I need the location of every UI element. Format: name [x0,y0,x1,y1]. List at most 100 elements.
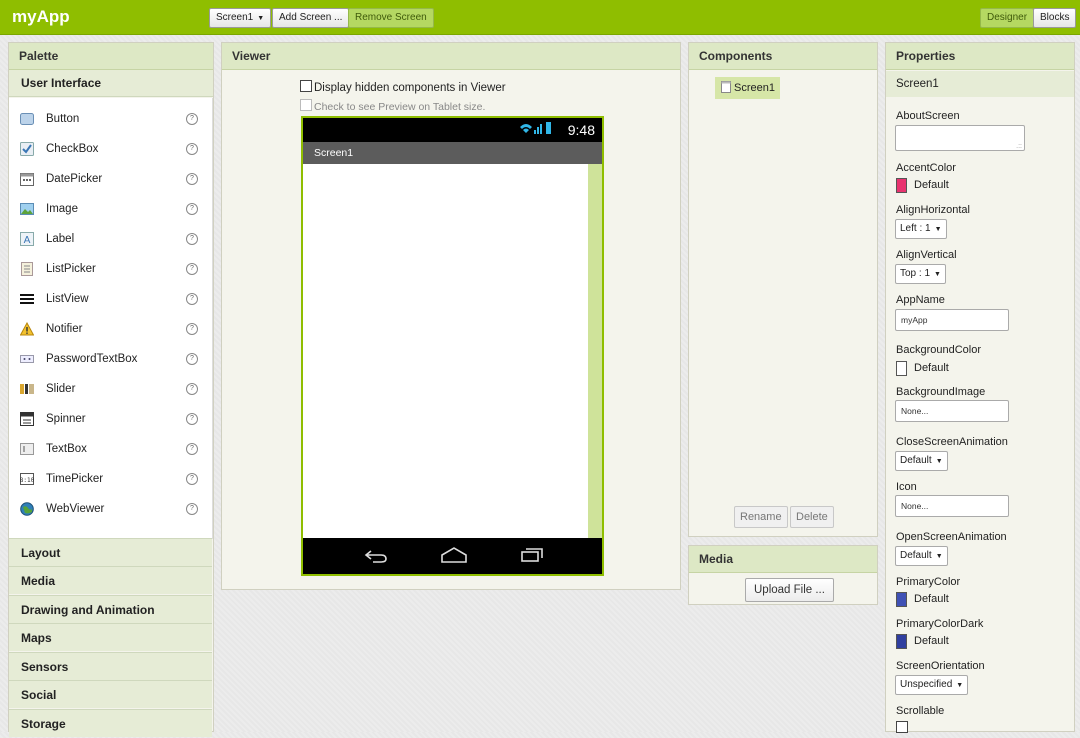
help-icon[interactable]: ? [186,203,198,215]
top-toolbar: myApp Screen1 ▼ Add Screen ... Remove Scr… [0,0,1080,35]
palette-item-label: DatePicker [46,173,103,185]
help-icon[interactable]: ? [186,503,198,515]
help-icon[interactable]: ? [186,173,198,185]
help-icon[interactable]: ? [186,473,198,485]
component-tree-label: Screen1 [734,82,775,94]
palette-category-maps[interactable]: Maps [9,623,212,651]
align-horizontal-select[interactable]: Left : 1 ▼ [895,219,947,239]
help-icon[interactable]: ? [186,443,198,455]
help-icon[interactable]: ? [186,233,198,245]
remove-screen-button[interactable]: Remove Screen [348,8,434,28]
palette-item-label: ListView [46,293,89,305]
palette-category-drawing-and-animation[interactable]: Drawing and Animation [9,595,212,623]
palette-item-label-component[interactable]: A Label ? [9,224,212,254]
viewer-title: Viewer [222,43,680,70]
components-title: Components [689,43,877,70]
add-screen-button[interactable]: Add Screen ... [272,8,350,28]
listview-icon [20,294,34,304]
help-icon[interactable]: ? [186,323,198,335]
screen-select-label: Screen1 [216,12,254,23]
home-icon [441,547,467,563]
palette-item-list: Button ? CheckBox ? DatePicker ? Image ?… [9,98,213,539]
prop-label-backgroundcolor: BackgroundColor [896,344,981,356]
palette-title: Palette [9,43,213,70]
help-icon[interactable]: ? [186,383,198,395]
prop-label-closescreenanimation: CloseScreenAnimation [896,436,1008,448]
palette-item-datepicker[interactable]: DatePicker ? [9,164,212,194]
listpicker-icon [21,262,33,276]
blocks-button[interactable]: Blocks [1033,8,1077,28]
calendar-icon [20,173,34,186]
checkbox-icon [20,142,34,156]
phone-mockup: 9:48 Screen1 [301,116,604,576]
phone-screen-canvas[interactable] [303,164,588,538]
primary-dark-color-value[interactable]: Default [914,635,949,647]
palette-item-label: Notifier [46,323,83,335]
palette-item-listpicker[interactable]: ListPicker ? [9,254,212,284]
open-animation-select[interactable]: Default ▼ [895,546,948,566]
appname-input[interactable]: myApp [895,309,1009,331]
palette-item-webviewer[interactable]: WebViewer ? [9,494,212,524]
prop-label-alignvertical: AlignVertical [896,249,957,261]
screen-select-dropdown[interactable]: Screen1 ▼ [209,8,272,28]
show-hidden-label: Display hidden components in Viewer [314,82,506,94]
help-icon[interactable]: ? [186,413,198,425]
upload-file-button[interactable]: Upload File ... [745,578,834,602]
palette-item-textbox[interactable]: TextBox ? [9,434,212,464]
palette-item-passwordtextbox[interactable]: PasswordTextBox ? [9,344,212,374]
primary-color-swatch[interactable] [896,592,907,607]
icon-picker[interactable]: None... [895,495,1009,517]
palette-item-slider[interactable]: Slider ? [9,374,212,404]
chevron-down-icon: ▼ [935,458,943,465]
palette-item-button[interactable]: Button ? [9,104,212,134]
designer-button[interactable]: Designer [980,8,1035,28]
palette-category-layout[interactable]: Layout [9,538,212,566]
palette-section-user-interface[interactable]: User Interface [9,70,213,97]
phone-screen-title: Screen1 [303,142,602,164]
close-animation-select[interactable]: Default ▼ [895,451,948,471]
close-animation-value: Default [900,455,932,466]
slider-icon [20,384,34,394]
warning-icon [20,322,34,336]
help-icon[interactable]: ? [186,263,198,275]
palette-item-label: Label [46,233,75,245]
accent-color-swatch[interactable] [896,178,907,193]
resize-handle-icon[interactable]: .:: [1016,143,1022,150]
show-hidden-checkbox[interactable] [300,80,312,92]
help-icon[interactable]: ? [186,143,198,155]
palette-category-social[interactable]: Social [9,680,212,708]
palette-item-label: WebViewer [46,503,105,515]
palette-item-notifier[interactable]: Notifier ? [9,314,212,344]
palette-item-timepicker[interactable]: 8:10 TimePicker ? [9,464,212,494]
open-animation-value: Default [900,550,932,561]
scrollable-checkbox[interactable] [896,721,908,733]
aboutscreen-textarea[interactable]: .:: [895,125,1025,151]
align-vertical-value: Top : 1 [900,268,931,279]
svg-text:A: A [24,235,31,246]
delete-button[interactable]: Delete [790,506,834,528]
palette-item-listview[interactable]: ListView ? [9,284,212,314]
help-icon[interactable]: ? [186,113,198,125]
prop-label-screenorientation: ScreenOrientation [896,660,985,672]
align-vertical-select[interactable]: Top : 1 ▼ [895,264,946,284]
screen-orientation-select[interactable]: Unspecified ▼ [895,675,969,695]
palette-category-media[interactable]: Media [9,566,212,594]
tablet-preview-checkbox-row: Check to see Preview on Tablet size. [300,99,485,113]
help-icon[interactable]: ? [186,293,198,305]
palette-category-storage[interactable]: Storage [9,709,212,737]
palette-item-checkbox[interactable]: CheckBox ? [9,134,212,164]
background-image-picker[interactable]: None... [895,400,1009,422]
palette-item-spinner[interactable]: Spinner ? [9,404,212,434]
component-tree-item-screen1[interactable]: Screen1 [715,77,780,99]
help-icon[interactable]: ? [186,353,198,365]
accent-color-value[interactable]: Default [914,179,949,191]
rename-button[interactable]: Rename [734,506,788,528]
background-color-value[interactable]: Default [914,362,949,374]
palette-category-sensors[interactable]: Sensors [9,652,212,680]
palette-item-image[interactable]: Image ? [9,194,212,224]
show-hidden-checkbox-row[interactable]: Display hidden components in Viewer [300,80,506,94]
primary-color-value[interactable]: Default [914,593,949,605]
background-color-swatch[interactable] [896,361,907,376]
chevron-down-icon: ▼ [257,15,265,22]
primary-dark-color-swatch[interactable] [896,634,907,649]
